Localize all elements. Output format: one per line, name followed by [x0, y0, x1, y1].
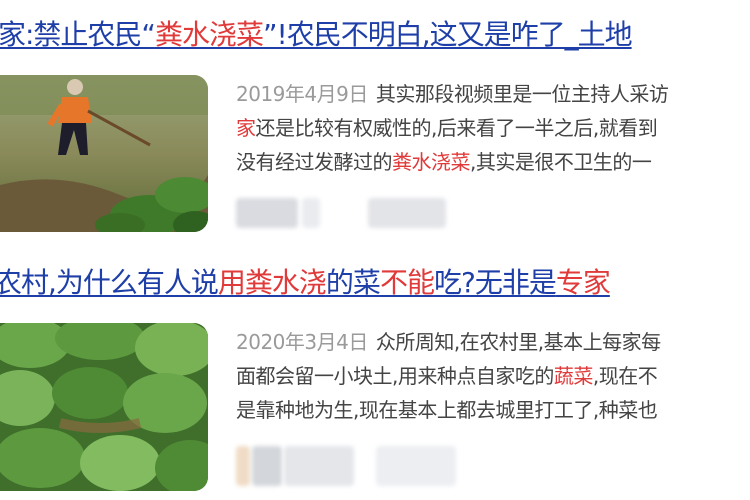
- blurred-source-text: [368, 198, 446, 228]
- title-highlight: 粪水浇菜: [154, 18, 264, 51]
- blurred-source-text: [302, 198, 320, 228]
- blurred-source-icon: [236, 446, 250, 486]
- snippet-text: 其实那段视频里是一位主持人采访: [375, 82, 669, 106]
- title-text: 家:禁止农民“: [0, 18, 156, 51]
- snippet-text: 没有经过发酵过的: [236, 150, 393, 174]
- title-highlight: 不能: [379, 266, 435, 299]
- snippet-highlight: 粪水浇菜: [392, 150, 471, 174]
- result-thumbnail[interactable]: [0, 323, 208, 491]
- result-title-link[interactable]: 家:禁止农民“粪水浇菜”!农民不明白,这又是咋了_土地: [0, 18, 633, 52]
- snippet-text: ,现在不: [592, 364, 658, 388]
- search-result-2: 农村,为什么有人说用粪水浇的菜不能吃?无非是专家 2020年3月4日 众所周知,在…: [0, 258, 750, 500]
- result-snippet: 2019年4月9日 其实那段视频里是一位主持人采访 家还是比较有权威性的,后来看了…: [236, 77, 750, 179]
- result-date: 2019年4月9日: [236, 82, 368, 106]
- title-highlight: 用粪水浇: [217, 266, 327, 299]
- snippet-text: 面都会留一小块土,用来种点自家吃的: [236, 364, 554, 388]
- result-snippet: 2020年3月4日 众所周知,在农村里,基本上每家每 面都会留一小块土,用来种点自…: [236, 325, 750, 427]
- title-text: 吃?无非是: [433, 266, 557, 299]
- result-title-link[interactable]: 农村,为什么有人说用粪水浇的菜不能吃?无非是专家: [0, 266, 611, 300]
- title-text: 农村,为什么有人说: [0, 266, 219, 299]
- snippet-text: 还是比较有权威性的,后来看了一半之后,就看到: [255, 116, 658, 140]
- result-date: 2020年3月4日: [236, 330, 368, 354]
- title-text: 的菜: [325, 266, 381, 299]
- title-text: ”!农民不明白,这又是咋了_土地: [262, 18, 633, 51]
- snippet-highlight: 家: [236, 116, 256, 140]
- snippet-highlight: 蔬菜: [553, 364, 594, 388]
- blurred-source-text: [284, 446, 354, 486]
- blurred-source-text: [252, 446, 282, 486]
- farmer-hoeing-image: [0, 75, 208, 232]
- snippet-text: 众所周知,在农村里,基本上每家每: [375, 330, 661, 354]
- blurred-source-icon: [236, 198, 298, 228]
- blurred-source-text: [376, 446, 456, 486]
- snippet-text: 是靠种地为生,现在基本上都去城里打工了,种菜也: [236, 398, 658, 422]
- result-thumbnail[interactable]: [0, 75, 208, 232]
- vegetable-field-image: [0, 323, 208, 491]
- title-highlight: 专家: [555, 266, 611, 299]
- snippet-text: ,其实是很不卫生的一: [470, 150, 652, 174]
- search-result-1: 家:禁止农民“粪水浇菜”!农民不明白,这又是咋了_土地 2019年4月9日 其实…: [0, 0, 750, 240]
